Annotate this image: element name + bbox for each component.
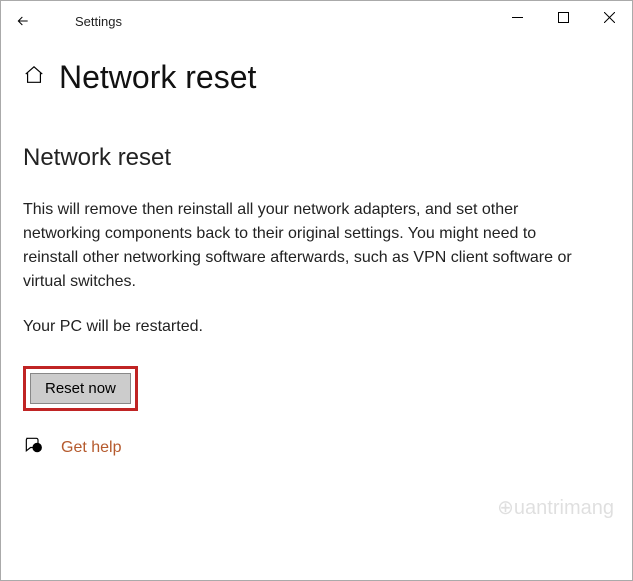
help-row: ? Get help — [23, 435, 610, 460]
description-text: This will remove then reinstall all your… — [23, 198, 593, 294]
content-area: Network reset This will remove then rein… — [1, 106, 632, 460]
title-bar: Settings — [1, 1, 632, 41]
minimize-button[interactable] — [494, 1, 540, 33]
back-button[interactable] — [1, 1, 45, 41]
watermark: ⊕uantrimang — [497, 495, 614, 520]
page-title: Network reset — [59, 59, 256, 96]
window-controls — [494, 1, 632, 33]
arrow-left-icon — [15, 13, 31, 29]
page-header: Network reset — [1, 41, 632, 106]
restart-note: Your PC will be restarted. — [23, 318, 610, 336]
home-icon[interactable] — [23, 64, 45, 91]
chat-help-icon: ? — [23, 435, 43, 460]
maximize-button[interactable] — [540, 1, 586, 33]
maximize-icon — [558, 12, 569, 23]
close-icon — [604, 12, 615, 23]
reset-now-button[interactable]: Reset now — [30, 373, 131, 404]
section-title: Network reset — [23, 144, 610, 172]
close-button[interactable] — [586, 1, 632, 33]
app-title: Settings — [75, 14, 122, 29]
get-help-link[interactable]: Get help — [61, 439, 121, 457]
minimize-icon — [512, 12, 523, 23]
reset-button-highlight: Reset now — [23, 366, 138, 411]
